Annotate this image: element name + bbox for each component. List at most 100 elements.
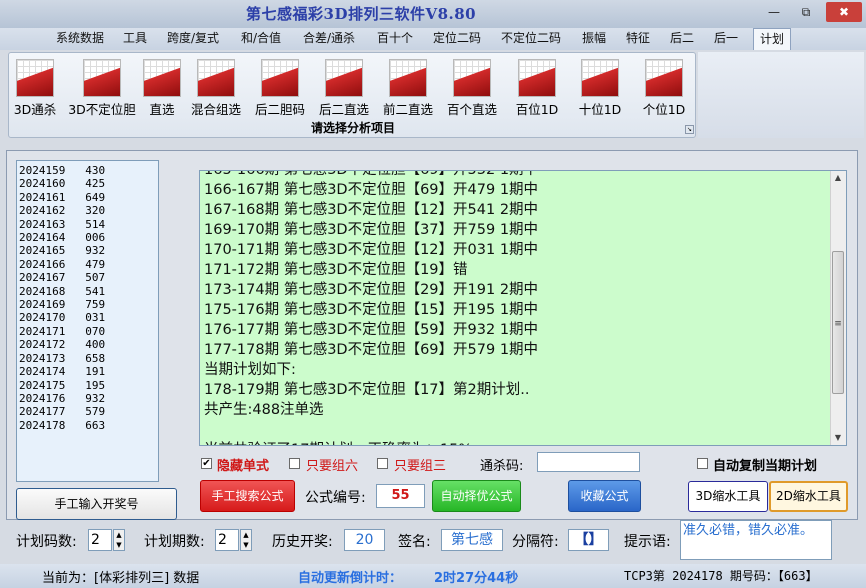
history-row[interactable]: 2024166 479 [19,258,158,271]
ribbon-3d-kill-button[interactable]: 3D通杀 [13,59,57,118]
tab-nonpositional-two-code[interactable]: 不定位二码 [501,28,561,50]
hint-input[interactable]: 准久必错，错久必准。 [680,520,832,560]
history-row[interactable]: 2024160 425 [19,177,158,190]
menu-bar: 系统数据 工具 跨度/复式 和/合值 合差/通杀 百十个 定位二码 不定位二码 … [0,28,866,50]
history-row[interactable]: 2024167 507 [19,271,158,284]
minimize-button[interactable]: — [760,2,788,22]
ribbon-empty-area [698,52,864,138]
window-title: 第七感福彩3D排列三软件V8.80 [246,5,477,23]
history-row[interactable]: 2024173 658 [19,352,158,365]
plan-period-spinner[interactable]: ▲ ▼ [240,529,252,551]
only-group6-checkbox[interactable] [289,458,300,469]
ribbon-hundreds-1d-button[interactable]: 百位1D [510,59,564,118]
history-count-input[interactable]: 20 [344,529,385,551]
history-row[interactable]: 2024159 430 [19,164,158,177]
manual-search-button[interactable]: 手工搜索公式 [200,480,295,512]
kill-code-input[interactable] [537,452,640,472]
ribbon-first-two-direct-button[interactable]: 前二直选 [378,59,438,118]
ribbon-mixed-group-button[interactable]: 混合组选 [186,59,246,118]
auto-copy-label: 自动复制当期计划 [713,459,818,474]
history-row[interactable]: 2024169 759 [19,298,158,311]
history-row[interactable]: 2024174 191 [19,365,158,378]
status-countdown-value: 2时27分44秒 [434,571,519,586]
tab-combo-diff[interactable]: 合差/通杀 [303,28,355,50]
result-line: 166-167期 第七感3D不定位胆【69】开479 1期中 [204,182,539,198]
result-line: 175-176期 第七感3D不定位胆【15】开195 1期中 [204,302,539,318]
scroll-down-arrow-icon[interactable]: ▼ [832,432,844,444]
formula-number-input[interactable]: 55 [376,484,425,508]
signature-input[interactable]: 第七感 [441,529,503,551]
ribbon-caption: 请选择分析项目 [310,121,395,135]
plan-code-spinner[interactable]: ▲ ▼ [113,529,125,551]
history-number: 663 [85,418,106,432]
tab-span-compound[interactable]: 跨度/复式 [167,28,219,50]
separator-input[interactable]: 【】 [568,529,609,551]
tab-tools[interactable]: 工具 [123,28,147,50]
history-row[interactable]: 2024162 320 [19,204,158,217]
tab-features[interactable]: 特征 [626,28,650,50]
history-number: 579 [85,405,106,419]
tab-positional-two-code[interactable]: 定位二码 [433,28,481,50]
favorite-formula-button[interactable]: 收藏公式 [568,480,641,512]
history-row[interactable]: 2024176 932 [19,392,158,405]
history-row[interactable]: 2024178 663 [19,419,158,432]
hint-label: 提示语: [624,534,671,550]
scroll-up-arrow-icon[interactable]: ▲ [832,172,844,184]
history-number: 759 [85,298,106,312]
tab-plan[interactable]: 计划 [753,28,792,50]
kill-code-label: 通杀码: [480,459,524,474]
manual-input-button[interactable]: 手工输入开奖号 [16,488,177,520]
history-period: 2024176 [19,391,66,405]
tab-sum-value[interactable]: 和/合值 [241,28,281,50]
history-row[interactable]: 2024161 649 [19,191,158,204]
result-line: 当期计划如下: [204,362,296,378]
history-period: 2024166 [19,257,66,271]
restore-button[interactable]: ⧉ [792,2,820,22]
tab-last-two[interactable]: 后二 [670,28,694,50]
tab-hundreds-tens-ones[interactable]: 百十个 [377,28,413,50]
ribbon-hundreds-ones-direct-button[interactable]: 百个直选 [442,59,502,118]
tab-last-one[interactable]: 后一 [714,28,738,50]
2d-shrink-tool-button[interactable]: 2D缩水工具 [769,481,848,512]
result-output[interactable]: 165-166期 第七感3D不定位胆【69】开532 1期中 166-167期 第… [199,170,847,446]
hide-single-checkbox[interactable]: ✔ [201,458,212,469]
auto-copy-checkbox[interactable] [697,458,708,469]
result-line [204,420,538,440]
plan-period-input[interactable]: 2 [215,529,239,551]
history-number: 320 [85,204,106,218]
ribbon-ones-1d-button[interactable]: 个位1D [637,59,691,118]
dialog-launcher-icon[interactable]: ↘ [685,125,694,134]
chart-icon [453,59,491,97]
only-group3-checkbox[interactable] [377,458,388,469]
history-number: 425 [85,177,106,191]
auto-select-button[interactable]: 自动择优公式 [432,480,521,512]
history-list[interactable]: 2024159 430 2024160 425 2024161 649 2024162… [16,160,159,482]
history-period: 2024169 [19,298,66,312]
plan-code-input[interactable]: 2 [88,529,112,551]
history-row[interactable]: 2024164 006 [19,231,158,244]
history-period: 2024174 [19,365,66,379]
history-row[interactable]: 2024170 031 [19,311,158,324]
history-period: 2024167 [19,271,66,285]
tab-amplitude[interactable]: 振幅 [582,28,606,50]
history-row[interactable]: 2024175 195 [19,379,158,392]
ribbon-direct-select-button[interactable]: 直选 [142,59,182,118]
history-row[interactable]: 2024165 932 [19,244,158,257]
result-line: 171-172期 第七感3D不定位胆【19】错 [204,262,468,278]
ribbon-last-two-dan-button[interactable]: 后二胆码 [250,59,310,118]
tab-system-data[interactable]: 系统数据 [56,28,104,50]
chart-icon [16,59,54,97]
result-line: 170-171期 第七感3D不定位胆【12】开031 1期中 [204,242,539,258]
history-row[interactable]: 2024171 070 [19,325,158,338]
ribbon-last-two-direct-button[interactable]: 后二直选 [314,59,374,118]
3d-shrink-tool-button[interactable]: 3D缩水工具 [688,481,768,512]
close-button[interactable]: ✖ [826,2,862,22]
chart-icon [325,59,363,97]
history-row[interactable]: 2024168 541 [19,285,158,298]
ribbon-tens-1d-button[interactable]: 十位1D [573,59,627,118]
history-row[interactable]: 2024163 514 [19,218,158,231]
history-row[interactable]: 2024172 400 [19,338,158,351]
result-line: 173-174期 第七感3D不定位胆【29】开191 2期中 [204,282,539,298]
history-row[interactable]: 2024177 579 [19,405,158,418]
ribbon-3d-nonpositional-button[interactable]: 3D不定位胆 [65,59,139,118]
